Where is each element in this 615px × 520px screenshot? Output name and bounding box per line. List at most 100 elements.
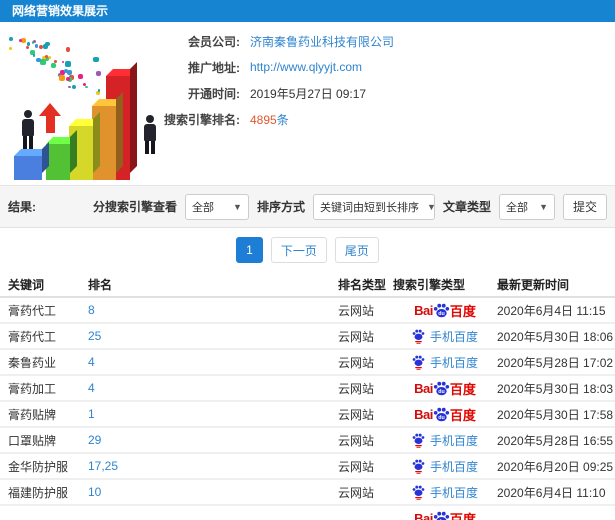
rank-link[interactable]: 4 [88, 381, 95, 395]
info-row-url: 推广地址: http://www.qlyyjt.com [0, 54, 475, 80]
chevron-down-icon: ▼ [426, 201, 436, 212]
mobile-baidu-logo: 手机百度 [412, 328, 478, 345]
table-row: 膏药代工 8 云网站 Bai du 百度 2020年6月4日 11:15 [0, 298, 615, 324]
article-type-label: 文章类型 [442, 200, 491, 214]
rank-link[interactable]: 4 [88, 355, 95, 369]
engine-cell: 手机百度 [393, 484, 497, 501]
updated-cell: 2020年5月30日 17:58 [497, 407, 614, 422]
col-keyword: 关键词 [8, 277, 45, 292]
engine-cell: Baidu百度 [393, 301, 497, 320]
engine-cell: Baidu百度 [393, 405, 497, 424]
table-row: 金华防护服 17,25 云网站 手机百度 2020年6月20日 09:25 [0, 454, 615, 480]
sort-filter-select[interactable]: 关键词由短到长排序 ▼ [312, 193, 436, 220]
baidu-paw-icon: du [433, 511, 450, 520]
page-button-current[interactable]: 1 [236, 237, 263, 263]
rank-count-unit: 条 [276, 112, 289, 127]
rank-type-cell: 云网站 [338, 459, 375, 474]
updated-cell: 2020年5月30日 18:03 [497, 381, 614, 396]
table-row: 膏药贴牌 1 云网站 Bai du 百度 2020年5月30日 17:58 [0, 402, 615, 428]
sort-filter-label: 排序方式 [256, 200, 305, 214]
keyword-cell: 福建防护服 [8, 485, 69, 500]
article-type-value: 全部 [506, 201, 528, 214]
rank-type-cell: 云网站 [338, 355, 375, 370]
businessman-figure-right [144, 115, 156, 154]
updated-cell: 2020年5月28日 16:55 [497, 433, 614, 448]
baidu-paw-icon: du [433, 303, 450, 317]
rank-link[interactable]: 17,25 [88, 459, 118, 473]
baidu-logo: Baidu百度 [414, 380, 476, 397]
baidu-logo: Baidu百度 [414, 509, 476, 520]
svg-text:du: du [438, 415, 444, 421]
rank-cell: 25 [88, 329, 338, 343]
table-row: 秦鲁药业 4 云网站 手机百度 2020年5月28日 17:02 [0, 350, 615, 376]
filter-bar: 结果: 分搜索引擎查看 全部 ▼ 排序方式 关键词由短到长排序 ▼ 文章类型 全… [0, 185, 615, 228]
updated-cell: 2020年6月20日 09:25 [497, 459, 614, 474]
col-engine-type: 搜索引擎类型 [393, 277, 466, 292]
keyword-cell: 口罩贴牌 [8, 433, 57, 448]
col-rank-type: 排名类型 [338, 277, 387, 292]
engine-cell: Baidu百度 [393, 509, 497, 520]
rank-type-cell: 云网站 [338, 381, 375, 396]
engine-cell: 手机百度 [393, 458, 497, 475]
baidu-paw-icon [412, 433, 425, 448]
filter-group: 分搜索引擎查看 全部 ▼ 排序方式 关键词由短到长排序 ▼ 文章类型 全部 ▼ … [93, 193, 607, 220]
article-type-select[interactable]: 全部 ▼ [499, 193, 555, 220]
engine-cell: 手机百度 [393, 432, 497, 449]
rank-link[interactable]: 29 [88, 433, 101, 447]
chevron-down-icon: ▼ [539, 201, 548, 212]
last-page-button[interactable]: 尾页 [334, 237, 379, 263]
businessman-figure-left [22, 110, 34, 149]
sort-filter-value: 关键词由短到长排序 [319, 201, 419, 214]
rank-link[interactable]: 10 [88, 485, 101, 499]
table-row: 福建防护服 10 云网站 手机百度 2020年6月4日 11:10 [0, 480, 615, 506]
table-row: 膏药代工 25 云网站 手机百度 2020年5月30日 18:06 [0, 324, 615, 350]
rank-type-cell: 云网站 [338, 303, 375, 318]
info-row-company: 会员公司: 济南秦鲁药业科技有限公司 [0, 28, 475, 54]
rank-type-cell: 云网站 [338, 485, 375, 500]
rank-type-cell: 云网站 [338, 433, 375, 448]
mobile-baidu-logo: 手机百度 [412, 484, 478, 501]
rank-cell: 4 [88, 381, 338, 395]
company-name-link[interactable]: 济南秦鲁药业科技有限公司 [250, 33, 394, 50]
mobile-baidu-logo: 手机百度 [412, 432, 478, 449]
rank-cell: 17,25 [88, 459, 338, 473]
col-rank: 排名 [88, 277, 113, 292]
keyword-cell: 秦鲁药业 [8, 355, 57, 370]
rank-cell: 29 [88, 433, 338, 447]
page-title: 网络营销效果展示 [12, 4, 109, 18]
engine-cell: 手机百度 [393, 354, 497, 371]
engine-filter-select[interactable]: 全部 ▼ [184, 193, 249, 220]
engine-cell: 手机百度 [393, 328, 497, 345]
keyword-cell: 膏药贴牌 [8, 407, 57, 422]
baidu-paw-icon: du [433, 407, 450, 421]
rank-cell: 8 [88, 303, 338, 317]
submit-button[interactable]: 提交 [563, 193, 607, 220]
keyword-cell: 金华防护服 [8, 459, 69, 474]
baidu-paw-icon [412, 459, 425, 474]
open-time-value: 2019年5月27日 09:17 [250, 86, 367, 101]
engine-cell: Baidu百度 [393, 379, 497, 398]
company-info-list: 会员公司: 济南秦鲁药业科技有限公司 推广地址: http://www.qlyy… [0, 28, 475, 132]
baidu-paw-icon [412, 485, 425, 500]
baidu-logo: Baidu百度 [414, 406, 476, 423]
chart-bar [46, 130, 77, 180]
baidu-paw-icon [412, 355, 425, 370]
mobile-baidu-logo: 手机百度 [412, 458, 478, 475]
info-row-open-time: 开通时间: 2019年5月27日 09:17 [0, 80, 475, 106]
rank-link[interactable]: 8 [88, 303, 95, 317]
next-page-button[interactable]: 下一页 [270, 237, 327, 263]
table-row-partial: Baidu百度 [0, 506, 615, 520]
rank-cell: 1 [88, 407, 338, 421]
rank-link[interactable]: 25 [88, 329, 101, 343]
rank-type-cell: 云网站 [338, 407, 375, 422]
chart-bar [14, 142, 49, 180]
col-updated: 最新更新时间 [497, 277, 570, 292]
baidu-paw-icon: du [433, 381, 450, 395]
rank-cell: 10 [88, 485, 338, 499]
promo-url-link[interactable]: http://www.qlyyjt.com [250, 60, 362, 74]
updated-cell: 2020年6月4日 11:15 [497, 303, 606, 318]
table-row: 膏药加工 4 云网站 Bai du 百度 2020年5月30日 18:03 [0, 376, 615, 402]
rank-link[interactable]: 1 [88, 407, 95, 421]
keyword-cell: 膏药加工 [8, 381, 57, 396]
baidu-logo: Baidu百度 [414, 302, 476, 319]
